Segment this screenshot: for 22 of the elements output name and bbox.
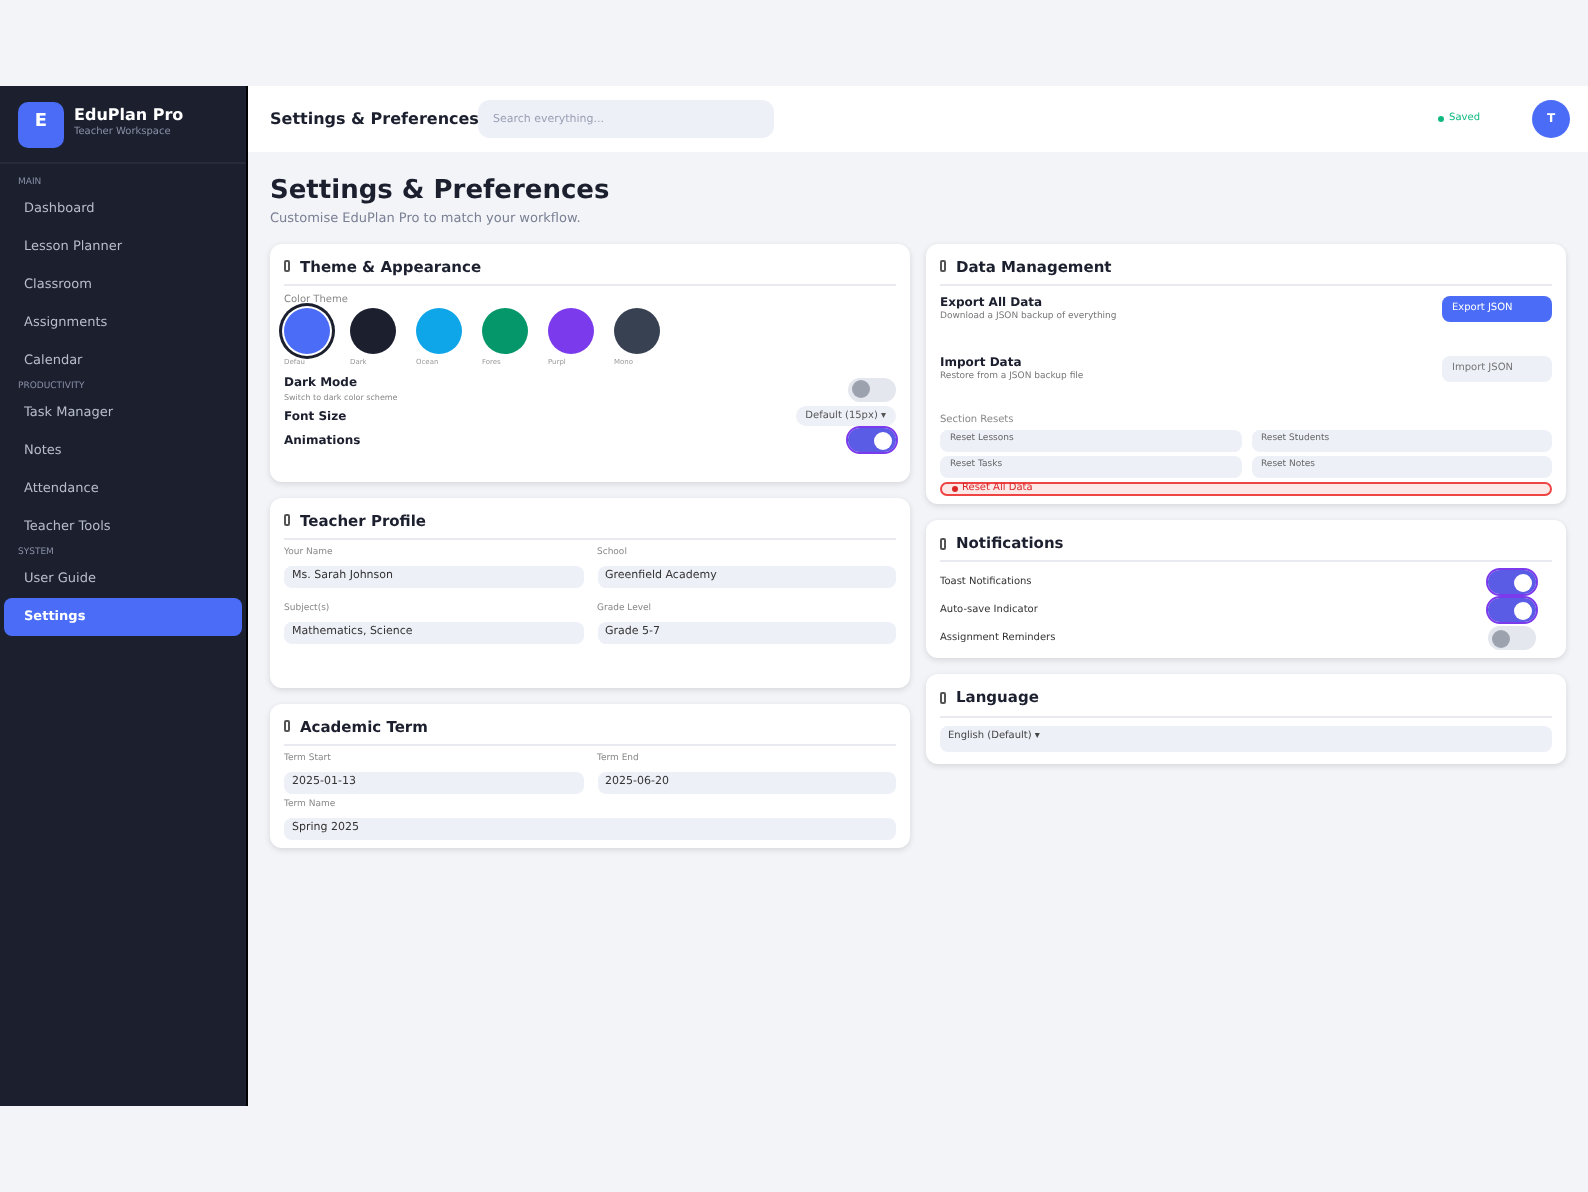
header-title: Settings & Preferences [270,107,479,131]
toggle-switch[interactable] [1488,626,1536,651]
theme-swatch[interactable] [284,308,330,354]
placeholder-icon [284,720,290,733]
app-name: EduPlan Pro [74,106,184,126]
theme-swatch[interactable] [548,308,594,354]
placeholder-icon [940,537,946,550]
placeholder-icon [284,514,290,527]
theme-swatch[interactable] [350,308,396,354]
theme-swatch[interactable] [416,308,462,354]
toggle-switch[interactable] [1488,570,1536,595]
theme-swatch[interactable] [482,308,528,354]
toggle-switch[interactable] [848,377,896,402]
toggle-switch[interactable] [848,428,896,453]
app-logo: E [18,101,64,147]
placeholder-icon [940,691,946,704]
theme-swatch[interactable] [614,308,660,354]
placeholder-icon [284,260,290,273]
toggle-switch[interactable] [1488,598,1536,623]
placeholder-icon [940,260,946,273]
warning-icon [952,486,958,492]
page-title: Settings & Preferences [270,176,612,208]
